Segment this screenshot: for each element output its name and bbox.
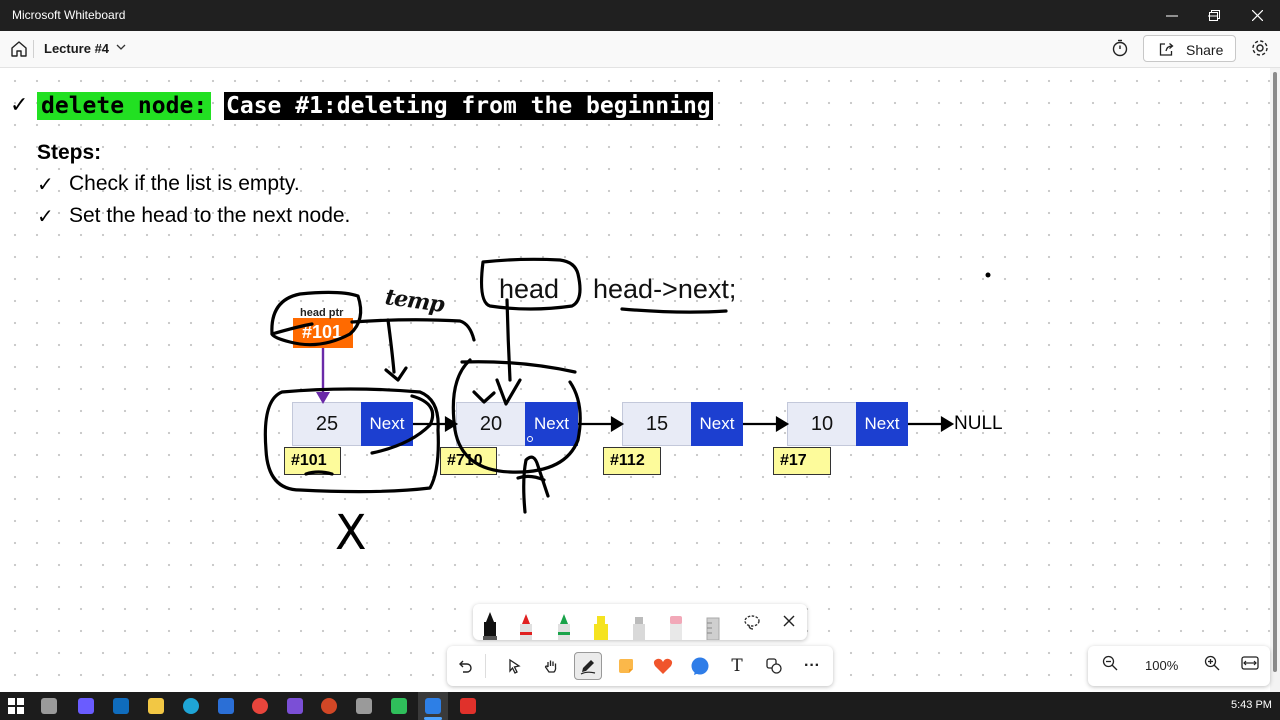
green-pen-icon[interactable]	[555, 610, 573, 640]
node-next[interactable]: Next	[361, 402, 413, 446]
close-icon[interactable]	[1252, 10, 1263, 21]
share-button[interactable]: Share	[1143, 35, 1236, 62]
pen-button[interactable]	[574, 652, 602, 680]
undo-icon	[459, 660, 472, 673]
timer-icon[interactable]	[1110, 38, 1130, 58]
text-button[interactable]: T	[723, 652, 751, 680]
window-title: Microsoft Whiteboard	[12, 8, 126, 22]
node-address[interactable]: #112	[603, 447, 661, 475]
chrome-icon[interactable]	[252, 698, 268, 714]
steps-title[interactable]: Steps:	[37, 141, 101, 165]
share-label: Share	[1186, 42, 1224, 58]
heading-check-icon: ✓	[10, 92, 29, 117]
reaction-icon	[653, 658, 673, 674]
node-next[interactable]: Next	[525, 402, 578, 446]
heading-highlight-black[interactable]: Case #1:deleting from the beginning	[224, 92, 713, 120]
node-address[interactable]: #710	[440, 447, 497, 475]
title-bar: Microsoft Whiteboard	[0, 0, 1280, 31]
outlook-icon[interactable]	[113, 698, 129, 714]
zoom-out-icon[interactable]	[1102, 655, 1118, 671]
undo-button[interactable]	[451, 652, 479, 680]
pen-tray	[473, 604, 807, 640]
ruler-icon[interactable]	[704, 610, 722, 640]
node-next[interactable]: Next	[856, 402, 908, 446]
recorder-icon[interactable]	[460, 698, 476, 714]
hand-icon	[544, 660, 557, 673]
header-divider	[33, 40, 34, 58]
zoom-in-icon[interactable]	[1204, 655, 1220, 671]
document-title[interactable]: Lecture #4	[44, 41, 109, 56]
scrollbar-thumb[interactable]	[1273, 72, 1277, 672]
sticky-note-button[interactable]	[612, 652, 640, 680]
whiteboard-canvas[interactable]	[0, 68, 1270, 692]
vertical-scrollbar[interactable]	[1270, 68, 1280, 692]
step-check-icon: ✓	[37, 174, 54, 196]
gear-icon[interactable]	[1250, 38, 1270, 58]
copilot-icon[interactable]	[78, 698, 94, 714]
fit-to-screen-icon[interactable]	[1241, 655, 1259, 671]
copy-icon	[766, 658, 782, 674]
null-label[interactable]: NULL	[954, 413, 1003, 435]
step-item[interactable]: Set the head to the next node.	[69, 204, 350, 228]
eraser-pen-icon[interactable]	[630, 610, 648, 640]
visual-studio-icon[interactable]	[287, 698, 303, 714]
lasso-icon[interactable]	[743, 613, 761, 631]
node-value[interactable]: 25	[292, 402, 362, 446]
step-check-icon: ✓	[37, 206, 54, 228]
yellow-highlighter-icon[interactable]	[592, 610, 610, 640]
home-icon[interactable]	[9, 39, 29, 59]
minimize-icon[interactable]	[1166, 15, 1178, 17]
head-pointer-label: head ptr	[300, 307, 344, 319]
snipping-tool-icon[interactable]	[356, 698, 372, 714]
hand-button[interactable]	[537, 652, 565, 680]
pen-icon	[580, 660, 596, 675]
node-address[interactable]: #101	[284, 447, 341, 475]
camtasia-icon[interactable]	[391, 698, 407, 714]
file-explorer-icon[interactable]	[148, 698, 164, 714]
zoom-bar: 100%	[1088, 646, 1270, 686]
share-icon	[1159, 43, 1174, 56]
node-next[interactable]: Next	[691, 402, 743, 446]
pink-eraser-icon[interactable]	[667, 610, 685, 640]
windows-start-icon[interactable]	[8, 698, 24, 714]
restore-icon[interactable]	[1209, 10, 1220, 21]
ink-head-word[interactable]: head	[499, 274, 559, 305]
node-value[interactable]: 10	[787, 402, 857, 446]
heading-highlight-green[interactable]: delete node:	[37, 92, 212, 120]
main-toolbar: T ···	[447, 646, 833, 686]
chevron-down-icon[interactable]	[115, 41, 127, 53]
red-pen-icon[interactable]	[517, 610, 535, 640]
node-value[interactable]: 15	[622, 402, 692, 446]
select-icon	[509, 658, 521, 674]
whiteboard-icon[interactable]	[425, 698, 441, 714]
taskbar-clock[interactable]: 5:43 PM	[1231, 699, 1272, 711]
taskbar: 5:43 PM	[0, 692, 1280, 720]
reaction-button[interactable]	[649, 652, 677, 680]
store-icon[interactable]	[218, 698, 234, 714]
app-header: Lecture #4 Share	[0, 31, 1280, 68]
ink-x-mark[interactable]: X	[335, 504, 367, 561]
head-pointer-value: #101	[302, 322, 343, 342]
more-button[interactable]: ···	[798, 652, 826, 680]
task-view-icon[interactable]	[41, 698, 57, 714]
toolbar-divider	[485, 654, 486, 678]
select-button[interactable]	[500, 652, 528, 680]
node-value[interactable]: 20	[456, 402, 526, 446]
ink-code-text[interactable]: head->next;	[593, 274, 736, 305]
edge-icon[interactable]	[183, 698, 199, 714]
shape-icon	[691, 657, 709, 675]
powerpoint-icon[interactable]	[321, 698, 337, 714]
node-address[interactable]: #17	[773, 447, 831, 475]
zoom-level[interactable]: 100%	[1145, 658, 1178, 673]
sticky-note-icon	[619, 659, 633, 673]
step-item[interactable]: Check if the list is empty.	[69, 172, 300, 196]
black-pen-icon[interactable]	[481, 610, 499, 640]
close-icon[interactable]	[783, 615, 795, 627]
copy-button[interactable]	[760, 652, 788, 680]
shape-button[interactable]	[686, 652, 714, 680]
